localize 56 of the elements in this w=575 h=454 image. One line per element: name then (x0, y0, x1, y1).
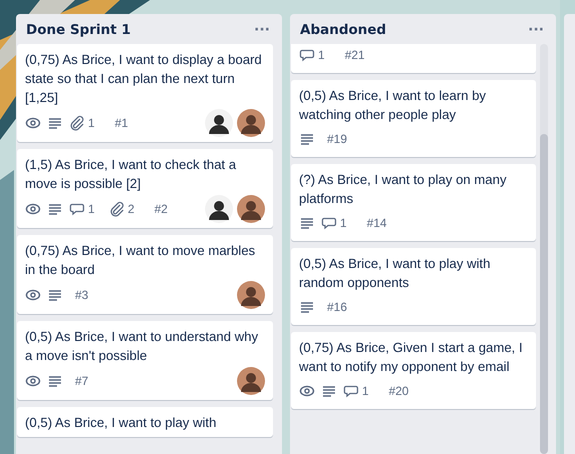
card-number: #16 (327, 300, 348, 314)
list-menu-button[interactable]: ··· (524, 24, 548, 36)
card-title: (0,75) As Brice, I want to display a board state so that I can plan the next turn [1,25] (25, 51, 263, 107)
avatar[interactable] (205, 109, 233, 137)
avatar[interactable] (237, 195, 265, 223)
card[interactable]: (1,5) As Brice, I want to check that a move is possible [2] 1 2 #2 (17, 149, 273, 228)
comment-icon (321, 215, 337, 231)
card-number: #3 (75, 288, 88, 302)
card-number: #2 (154, 202, 168, 216)
badge-count: 1 (88, 116, 95, 130)
card-title: (0,5) As Brice, I want to play with random opponents (299, 255, 492, 292)
card-title: (0,5) As Brice, I want to play with (25, 414, 218, 432)
card-title: (0,5) As Brice, I want to understand why a move isn't possible (25, 328, 260, 365)
card-number: #19 (327, 132, 348, 146)
card-number: #20 (388, 384, 409, 398)
badge-count: 2 (128, 202, 134, 216)
avatar[interactable] (205, 195, 233, 223)
card-number: #7 (75, 374, 88, 388)
list-menu-button[interactable]: ··· (250, 24, 274, 36)
list-title: Abandoned (300, 22, 386, 38)
card[interactable]: (0,5) As Brice, I want to play with (17, 407, 273, 437)
eye-icon (299, 383, 315, 399)
card[interactable]: 1 #21 (291, 44, 536, 73)
card[interactable]: (0,75) As Brice, I want to move marbles in the board #3 (17, 235, 273, 314)
card[interactable]: (0,5) As Brice, I want to play with random opponents #16 (291, 248, 536, 325)
badge-count: 1 (340, 216, 347, 230)
card-title: (1,5) As Brice, I want to check that a move is possible [2] (25, 156, 238, 193)
card[interactable]: (0,75) As Brice, Given I start a game, I want to notify my opponent by email 1 #20 (291, 332, 536, 409)
card-title: (0,75) As Brice, Given I start a game, I want to notify my opponent by email (299, 339, 524, 376)
comment-icon (69, 201, 85, 217)
card[interactable]: (?) As Brice, I want to play on many platforms 1 #14 (291, 164, 536, 241)
badge-count: 1 (362, 384, 369, 398)
avatar[interactable] (237, 281, 265, 309)
scrollbar[interactable] (540, 44, 548, 454)
card-number: #14 (366, 216, 387, 230)
card[interactable]: (0,75) As Brice, I want to display a board state so that I can plan the next turn [1,25] 1 #1 (17, 44, 273, 142)
eye-icon (25, 201, 41, 217)
card[interactable]: (0,5) As Brice, I want to learn by watching other people play #19 (291, 80, 536, 157)
comment-icon (343, 383, 359, 399)
comment-icon (299, 47, 315, 63)
card-title: (0,5) As Brice, I want to learn by watching other people play (299, 87, 487, 124)
card-title: (?) As Brice, I want to play on many platforms (299, 171, 508, 208)
card-number: #1 (114, 116, 128, 130)
badge-count: 1 (88, 202, 95, 216)
paperclip-icon (69, 115, 85, 131)
eye-icon (25, 287, 41, 303)
avatar[interactable] (237, 109, 265, 137)
paperclip-icon (108, 201, 125, 217)
avatar[interactable] (237, 367, 265, 395)
card[interactable]: (0,5) As Brice, I want to understand why a move isn't possible #7 (17, 321, 273, 400)
badge-count: 1 (318, 48, 325, 62)
list-title: Done Sprint 1 (26, 22, 131, 38)
card-number: #21 (344, 48, 365, 62)
eye-icon (25, 373, 41, 389)
eye-icon (25, 115, 41, 131)
card-title: (0,75) As Brice, I want to move marbles in the board (25, 242, 256, 279)
